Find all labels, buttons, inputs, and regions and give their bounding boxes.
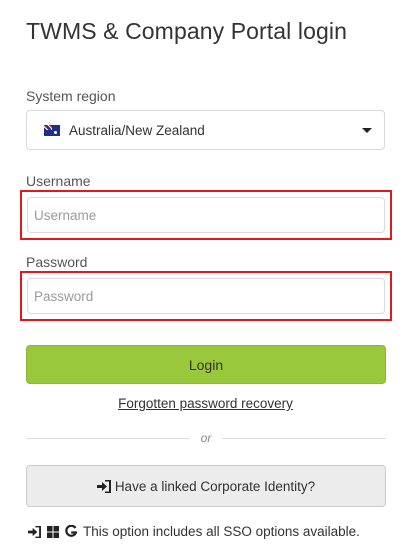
corporate-identity-label: Have a linked Corporate Identity? <box>114 478 316 494</box>
corporate-identity-button[interactable]: Have a linked Corporate Identity? <box>26 465 386 507</box>
sign-in-icon <box>28 525 41 538</box>
australia-flag-icon <box>44 124 60 136</box>
login-button-label: Login <box>188 356 224 373</box>
caret-down-icon <box>362 128 372 133</box>
page-title: TWMS & Company Portal login <box>26 18 347 44</box>
sso-note-text: This option includes all SSO options ava… <box>83 524 360 539</box>
or-divider: or <box>26 431 387 445</box>
username-label: Username <box>26 173 91 189</box>
password-highlight <box>20 271 392 321</box>
password-recovery-link[interactable]: Forgotten password recovery <box>0 396 411 411</box>
divider-line-left <box>26 437 190 439</box>
region-label: System region <box>26 88 116 104</box>
divider-or-text: or <box>200 431 212 445</box>
windows-icon <box>47 525 59 538</box>
region-select[interactable]: Australia/New Zealand <box>26 110 385 150</box>
password-label: Password <box>26 254 88 270</box>
password-input[interactable] <box>27 278 385 314</box>
sso-note: This option includes all SSO options ava… <box>28 524 360 539</box>
divider-line-right <box>222 437 387 439</box>
username-highlight <box>20 190 392 240</box>
login-button[interactable]: Login <box>26 345 386 384</box>
region-select-value: Australia/New Zealand <box>69 122 205 138</box>
sign-in-icon <box>96 479 111 493</box>
google-icon <box>65 525 77 538</box>
username-input[interactable] <box>27 197 385 233</box>
